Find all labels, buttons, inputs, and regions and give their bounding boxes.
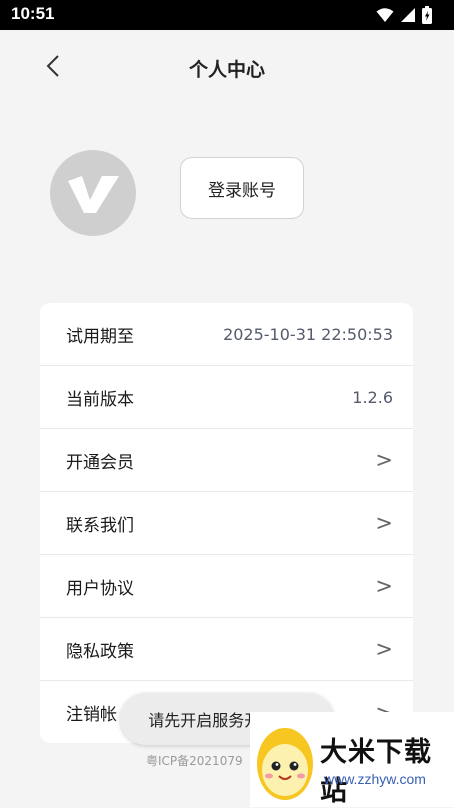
chevron-right-icon: > <box>375 448 393 472</box>
menu-row-privacy[interactable]: 隐私政策 > <box>40 618 413 681</box>
status-time: 10:51 <box>11 4 55 23</box>
version-value: 1.2.6 <box>352 387 393 407</box>
row-label: 隐私政策 <box>66 641 134 662</box>
watermark-title: 大米下载站 <box>320 737 432 807</box>
menu-card: 试用期至 2025-10-31 22:50:53 当前版本 1.2.6 开通会员… <box>40 303 413 743</box>
avatar[interactable] <box>50 150 136 236</box>
chevron-right-icon: > <box>375 511 393 535</box>
row-label: 注销帐 <box>66 705 117 725</box>
menu-row-membership[interactable]: 开通会员 > <box>40 429 413 492</box>
menu-row-version: 当前版本 1.2.6 <box>40 366 413 429</box>
menu-row-contact[interactable]: 联系我们 > <box>40 492 413 555</box>
menu-row-user-agreement[interactable]: 用户协议 > <box>40 555 413 618</box>
menu-row-trial: 试用期至 2025-10-31 22:50:53 <box>40 303 413 366</box>
trial-expiry-value: 2025-10-31 22:50:53 <box>223 324 393 344</box>
login-button[interactable]: 登录账号 <box>180 157 304 219</box>
row-label: 开通会员 <box>66 452 134 473</box>
mascot-icon <box>257 728 313 800</box>
row-label: 试用期至 <box>66 326 134 347</box>
status-icons <box>376 6 432 24</box>
watermark: 大米下载站 www.zzhyw.com <box>250 712 454 807</box>
row-label: 用户协议 <box>66 578 134 599</box>
status-bar: 10:51 <box>0 0 454 30</box>
signal-icon <box>401 8 415 22</box>
nav-bar: 个人中心 <box>0 30 454 104</box>
row-label: 当前版本 <box>66 389 134 410</box>
chevron-right-icon: > <box>375 574 393 598</box>
avatar-logo-icon <box>68 176 119 213</box>
chevron-right-icon: > <box>375 637 393 661</box>
wifi-icon <box>376 8 394 22</box>
page-title: 个人中心 <box>188 59 265 81</box>
row-label: 联系我们 <box>66 515 134 536</box>
watermark-url: www.zzhyw.com <box>324 771 426 787</box>
battery-icon <box>422 6 432 24</box>
icp-footer[interactable]: 粤ICP备2021079 <box>146 752 243 769</box>
